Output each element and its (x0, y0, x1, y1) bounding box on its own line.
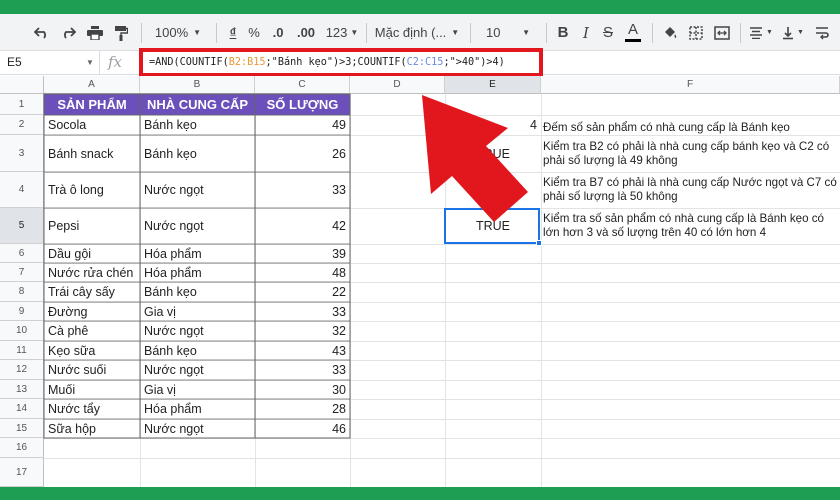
table-border (43, 93, 351, 439)
strikethrough-button[interactable]: S (598, 14, 618, 51)
percent-format-button[interactable]: % (244, 14, 264, 51)
zoom-select[interactable]: 100% ▼ (148, 14, 208, 51)
text-color-button[interactable]: A (622, 14, 644, 51)
fill-handle[interactable] (536, 240, 542, 246)
cell-result-and-2[interactable]: SE (445, 172, 541, 208)
note-and-1[interactable]: Kiểm tra B2 có phải là nhà cung cấp bánh… (542, 140, 838, 168)
cell-result-count[interactable]: 4 (445, 115, 541, 135)
borders-icon[interactable] (684, 14, 708, 51)
note-and-2[interactable]: Kiểm tra B7 có phải là nhà cung cấp Nước… (542, 176, 838, 204)
name-box[interactable]: E5 (0, 51, 100, 74)
chevron-down-icon: ▼ (350, 28, 359, 37)
formula-range-b: B2:B15 (228, 57, 266, 68)
bold-button[interactable]: B (553, 14, 573, 51)
formula-input[interactable]: =AND(COUNTIF(B2:B15;"Bánh kẹo")>3;COUNTI… (149, 51, 505, 74)
align-icon[interactable]: ▼ (746, 14, 776, 51)
more-formats-button[interactable]: 123 ▼ (322, 14, 362, 51)
chevron-down-icon: ▼ (522, 28, 530, 37)
note-count[interactable]: Đếm số sản phẩm có nhà cung cấp là Bánh … (542, 121, 838, 135)
chevron-down-icon: ▼ (451, 28, 460, 37)
font-size-value: 10 (486, 25, 501, 40)
cell-result-and-1[interactable]: TRUE (445, 135, 541, 172)
more-formats-label: 123 (325, 25, 348, 40)
formula-bar: E5 ▼ fx =AND(COUNTIF(B2:B15;"Bánh kẹo")>… (0, 48, 840, 77)
print-icon[interactable] (83, 14, 107, 51)
note-and-3[interactable]: Kiểm tra số sản phẩm có nhà cung cấp là … (542, 212, 838, 240)
top-frame-bar (0, 0, 840, 14)
chevron-down-icon: ▼ (766, 29, 773, 36)
chevron-down-icon: ▼ (86, 58, 94, 67)
decrease-decimal-button[interactable]: .0 (266, 14, 290, 51)
undo-icon[interactable] (30, 14, 54, 51)
fill-color-icon[interactable] (658, 14, 682, 51)
wrap-icon[interactable] (810, 14, 834, 51)
merge-icon[interactable] (710, 14, 734, 51)
zoom-value: 100% (154, 25, 189, 40)
font-size-select[interactable]: 10 ▼ (478, 14, 538, 51)
text-color-swatch (625, 39, 641, 42)
increase-decimal-button[interactable]: .00 (292, 14, 320, 51)
sheet-grid[interactable]: A B C D E F 1 2 3 4 5 6 7 8 9 10 11 12 1… (0, 76, 840, 487)
italic-button[interactable]: I (576, 14, 596, 51)
fx-icon: fx (108, 53, 123, 71)
redo-icon[interactable] (56, 14, 80, 51)
chevron-down-icon: ▼ (193, 28, 202, 37)
formula-part: ;">40")>4) (443, 57, 505, 68)
formula-range-c: C2:C15 (406, 57, 444, 68)
text-color-label: A (627, 21, 638, 38)
formula-part: =AND(COUNTIF( (149, 57, 229, 68)
chevron-down-icon: ▼ (797, 29, 804, 36)
currency-format-button[interactable]: ₫ (222, 14, 244, 51)
toolbar: 100% ▼ ₫ % .0 .00 123 ▼ Mặc định (... ▼ 10 ▼… (0, 14, 840, 51)
selected-cell-outline (444, 208, 540, 244)
valign-icon[interactable]: ▼ (778, 14, 808, 51)
font-value: Mặc định (... (374, 25, 447, 40)
bottom-frame-bar (0, 487, 840, 500)
formula-part: ;"Bánh kẹo")>3;COUNTIF( (265, 57, 407, 68)
paint-format-icon[interactable] (109, 14, 133, 51)
font-select[interactable]: Mặc định (... ▼ (372, 14, 462, 51)
